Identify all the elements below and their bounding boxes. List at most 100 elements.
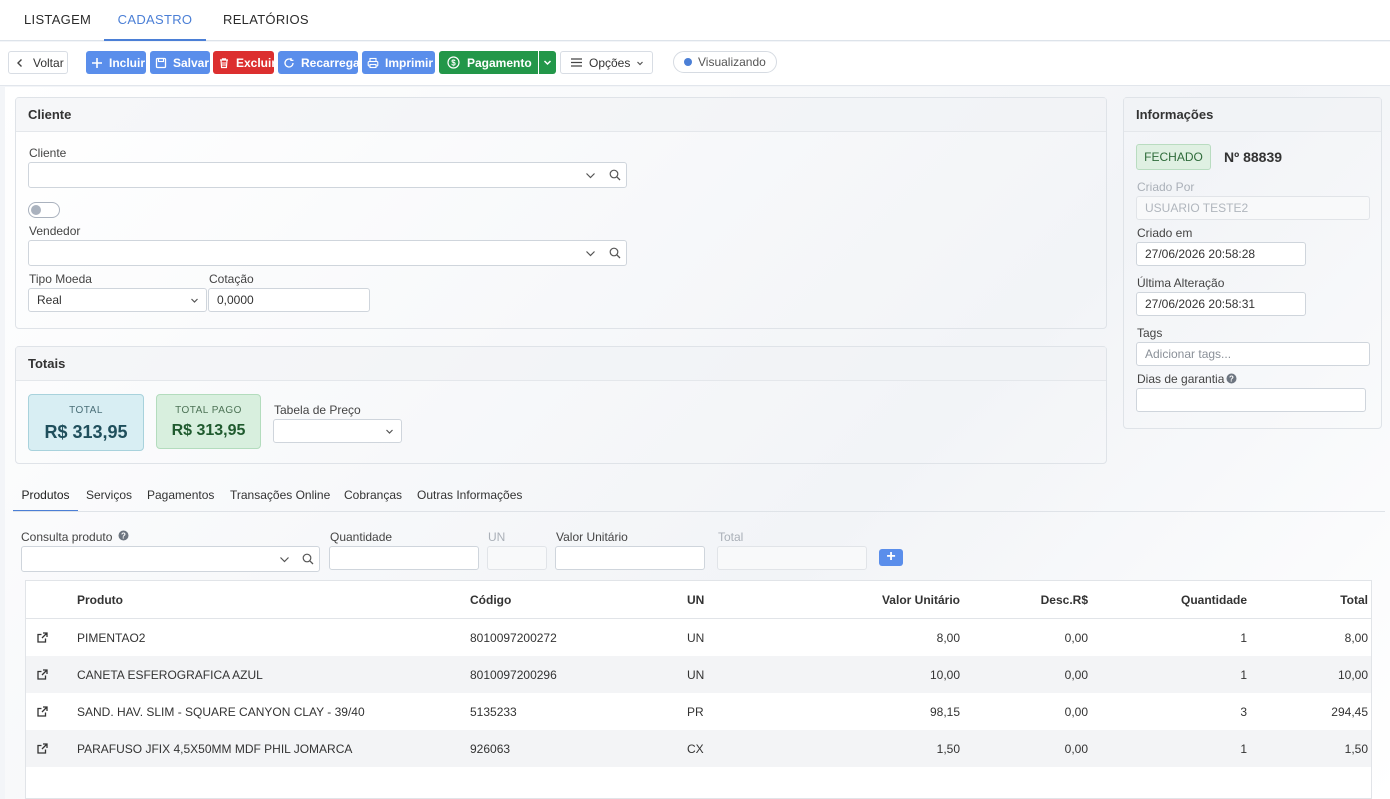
payment-dropdown-toggle[interactable] bbox=[539, 51, 556, 74]
external-link-icon[interactable] bbox=[37, 632, 48, 643]
cell-desc: 0,00 bbox=[1064, 631, 1088, 645]
include-button-label: Incluir bbox=[109, 55, 146, 70]
table-row[interactable]: SAND. HAV. SLIM - SQUARE CANYON CLAY - 3… bbox=[26, 693, 1371, 730]
tab-pagamentos[interactable]: Pagamentos bbox=[147, 488, 214, 512]
cell-quantidade: 3 bbox=[1240, 705, 1247, 719]
dias-garantia-input[interactable] bbox=[1136, 388, 1366, 412]
criado-por-field: USUARIO TESTE2 bbox=[1136, 196, 1370, 220]
total-pago-box: TOTAL PAGO R$ 313,95 bbox=[156, 394, 261, 449]
vendedor-label: Vendedor bbox=[29, 224, 81, 238]
tab-servicos[interactable]: Serviços bbox=[86, 488, 132, 512]
reload-button-label: Recarrega bbox=[301, 55, 360, 70]
search-icon[interactable] bbox=[609, 169, 621, 181]
cliente-toggle[interactable] bbox=[28, 202, 60, 218]
tabela-preco-label: Tabela de Preço bbox=[274, 403, 361, 417]
chevron-down-icon bbox=[637, 61, 644, 65]
tab-outras-informacoes[interactable]: Outras Informações bbox=[417, 488, 522, 512]
cell-desc: 0,00 bbox=[1064, 742, 1088, 756]
chevron-down-icon[interactable] bbox=[585, 170, 596, 181]
tab-transacoes-online[interactable]: Transações Online bbox=[230, 488, 330, 512]
tipo-moeda-select[interactable]: Real bbox=[28, 288, 207, 312]
include-button[interactable]: Incluir bbox=[86, 51, 146, 74]
col-total: Total bbox=[1340, 593, 1368, 607]
external-link-icon[interactable] bbox=[37, 669, 48, 680]
cell-produto: CANETA ESFEROGRAFICA AZUL bbox=[77, 668, 263, 682]
tab-produtos[interactable]: Produtos bbox=[13, 488, 78, 512]
search-icon[interactable] bbox=[609, 247, 621, 259]
print-button[interactable]: Imprimir bbox=[362, 51, 435, 74]
reload-button[interactable]: Recarrega bbox=[278, 51, 360, 74]
add-product-button[interactable]: + bbox=[879, 549, 903, 566]
cell-produto: PIMENTAO2 bbox=[77, 631, 146, 645]
status-dot bbox=[684, 58, 692, 66]
chevron-down-icon bbox=[543, 60, 552, 66]
search-icon[interactable] bbox=[302, 553, 314, 565]
top-nav: LISTAGEM CADASTRO RELATÓRIOS bbox=[0, 0, 1390, 41]
col-codigo: Código bbox=[470, 593, 512, 607]
cell-desc: 0,00 bbox=[1064, 668, 1088, 682]
total-entry-input bbox=[717, 546, 867, 570]
tabela-preco-select[interactable] bbox=[273, 419, 402, 443]
quantidade-input[interactable] bbox=[329, 546, 479, 570]
payment-button[interactable]: $ Pagamento bbox=[439, 51, 538, 74]
vendedor-select[interactable] bbox=[28, 240, 627, 266]
toggle-knob bbox=[31, 205, 41, 215]
col-produto: Produto bbox=[77, 593, 123, 607]
cell-quantidade: 1 bbox=[1240, 668, 1247, 682]
tab-cadastro[interactable]: CADASTRO bbox=[104, 0, 206, 41]
col-desc: Desc.R$ bbox=[1040, 593, 1088, 607]
back-button[interactable]: Voltar bbox=[8, 51, 68, 74]
info-card-title: Informações bbox=[1124, 98, 1381, 132]
products-table: Produto Código UN Valor Unitário Desc.R$… bbox=[25, 580, 1372, 799]
cotacao-label: Cotação bbox=[209, 272, 254, 286]
options-button[interactable]: Opções bbox=[560, 51, 653, 74]
plus-icon bbox=[92, 57, 102, 68]
dias-garantia-label: Dias de garantia bbox=[1137, 372, 1224, 386]
help-icon[interactable]: ? bbox=[1226, 373, 1237, 384]
tab-listagem[interactable]: LISTAGEM bbox=[24, 0, 91, 41]
chevron-down-icon bbox=[386, 429, 393, 434]
chevron-down-icon[interactable] bbox=[279, 554, 290, 565]
cell-un: UN bbox=[687, 668, 705, 682]
cell-total: 8,00 bbox=[1344, 631, 1368, 645]
tab-relatorios[interactable]: RELATÓRIOS bbox=[223, 0, 309, 41]
cell-desc: 0,00 bbox=[1064, 705, 1088, 719]
dollar-circle-icon: $ bbox=[447, 56, 460, 69]
save-button[interactable]: Salvar bbox=[150, 51, 210, 74]
printer-icon bbox=[367, 57, 379, 68]
external-link-icon[interactable] bbox=[37, 743, 48, 754]
cell-produto: SAND. HAV. SLIM - SQUARE CANYON CLAY - 3… bbox=[77, 705, 365, 719]
cliente-label: Cliente bbox=[29, 146, 67, 160]
consulta-produto-label: Consulta produto bbox=[21, 530, 113, 544]
table-row[interactable]: PARAFUSO JFIX 4,5X50MM MDF PHIL JOMARCA … bbox=[26, 730, 1371, 767]
svg-text:?: ? bbox=[121, 531, 126, 540]
help-icon[interactable]: ? bbox=[118, 530, 129, 541]
trash-icon bbox=[220, 57, 228, 68]
criado-em-field: 27/06/2026 20:58:28 bbox=[1136, 242, 1306, 266]
status-badge: Visualizando bbox=[673, 51, 777, 73]
consulta-produto-select[interactable] bbox=[21, 546, 320, 572]
delete-button[interactable]: Excluir bbox=[213, 51, 276, 74]
cell-quantidade: 1 bbox=[1240, 631, 1247, 645]
cotacao-input[interactable]: 0,0000 bbox=[208, 288, 370, 312]
cell-un: UN bbox=[687, 631, 705, 645]
tab-cobrancas[interactable]: Cobranças bbox=[344, 488, 402, 512]
un-input bbox=[487, 546, 547, 570]
cliente-select[interactable] bbox=[28, 162, 627, 188]
chevron-down-icon bbox=[191, 298, 198, 303]
cell-codigo: 926063 bbox=[470, 742, 511, 756]
external-link-icon[interactable] bbox=[37, 706, 48, 717]
tags-input[interactable]: Adicionar tags... bbox=[1136, 342, 1370, 366]
criado-por-label: Criado Por bbox=[1137, 180, 1195, 194]
total-entry-label: Total bbox=[718, 530, 744, 544]
table-row[interactable]: PIMENTAO2 8010097200272 UN 8,00 0,00 1 8… bbox=[26, 619, 1371, 656]
total-value: R$ 313,95 bbox=[44, 422, 128, 442]
valor-unitario-input[interactable] bbox=[555, 546, 705, 570]
table-row[interactable]: CANETA ESFEROGRAFICA AZUL 8010097200296 … bbox=[26, 656, 1371, 693]
chevron-down-icon[interactable] bbox=[585, 248, 596, 259]
tabs-divider bbox=[13, 511, 1385, 512]
cliente-card-title: Cliente bbox=[16, 98, 1106, 132]
dias-garantia-label-text: Dias de garantia bbox=[1137, 372, 1225, 386]
order-number: Nº 88839 bbox=[1224, 149, 1283, 165]
chevron-left-icon bbox=[17, 58, 22, 67]
